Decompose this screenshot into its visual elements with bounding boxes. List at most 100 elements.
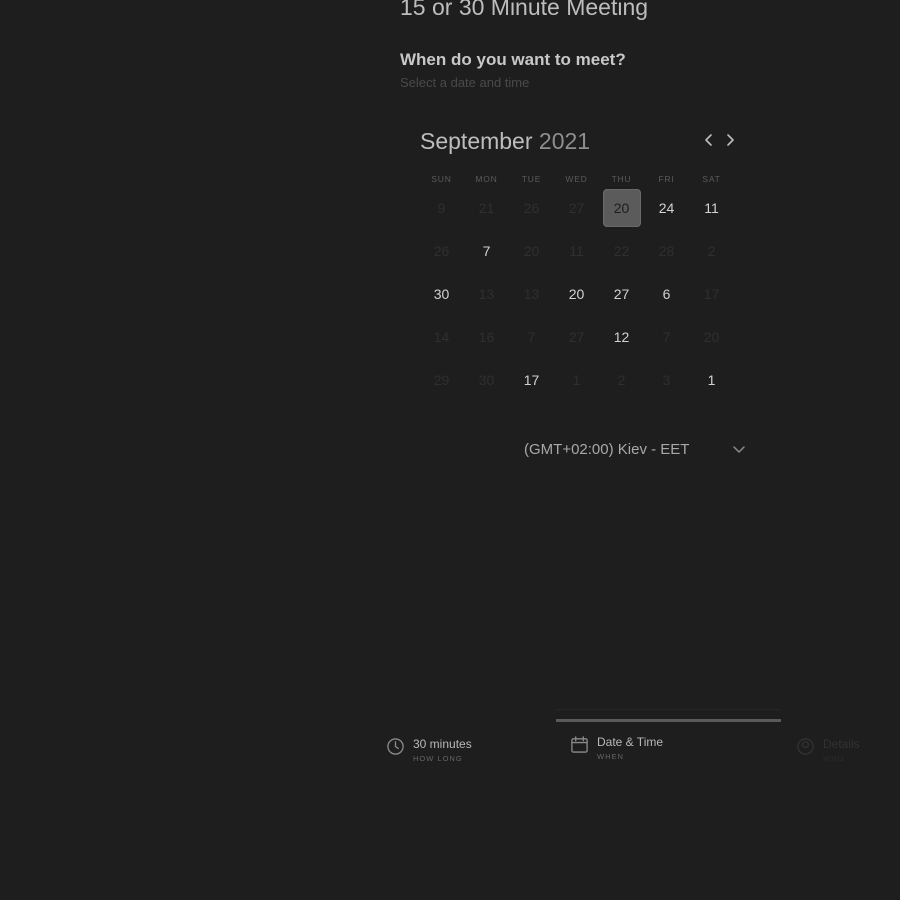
calendar-day-number: 20 xyxy=(703,328,720,345)
calendar-day-number: 13 xyxy=(478,285,495,302)
weekday-label: WED xyxy=(565,174,588,184)
step-caption: HOW LONG xyxy=(413,754,463,763)
calendar-day: 21 xyxy=(464,186,509,229)
calendar-day: 13 xyxy=(464,272,509,315)
calendar-day-number: 28 xyxy=(658,242,675,259)
scheduling-page: 15 or 30 Minute Meeting When do you want… xyxy=(0,0,900,900)
calendar-day-number: 7 xyxy=(482,242,491,259)
calendar-day: 20 xyxy=(509,229,554,272)
calendar-day[interactable]: 30 xyxy=(419,272,464,315)
calendar-day: 17 xyxy=(689,272,734,315)
calendar-day-number: 6 xyxy=(662,285,671,302)
calendar-day-number: 21 xyxy=(478,199,495,216)
calendar-day-number: 30 xyxy=(478,371,495,388)
previous-month-button[interactable] xyxy=(700,131,718,149)
calendar-day: 26 xyxy=(419,229,464,272)
calendar-day-grid: 9 21 26 27 20 24 11 26 7 20 11 22 28 2 30 13 13 20 27 6 17 14… xyxy=(419,186,734,401)
calendar-day-number: 17 xyxy=(703,285,720,302)
calendar-day: 7 xyxy=(644,315,689,358)
calendar-day-selected[interactable]: 20 xyxy=(599,186,644,229)
calendar-day: 9 xyxy=(419,186,464,229)
calendar-day: 27 xyxy=(554,315,599,358)
steps-divider xyxy=(556,709,781,710)
calendar-day: 2 xyxy=(599,358,644,401)
weekday-label: TUE xyxy=(521,174,542,184)
calendar-day-number: 27 xyxy=(568,199,585,216)
calendar-day[interactable]: 7 xyxy=(464,229,509,272)
calendar-day-number: 26 xyxy=(433,242,450,259)
step-duration[interactable]: 30 minutes HOW LONG xyxy=(386,737,472,763)
step-caption: WHO xyxy=(823,754,845,763)
calendar-day: 29 xyxy=(419,358,464,401)
calendar-day-number: 11 xyxy=(704,199,719,216)
calendar-day: 14 xyxy=(419,315,464,358)
chevron-right-icon xyxy=(727,134,734,146)
timezone-value: (GMT+02:00) Kiev - EET xyxy=(524,440,690,458)
calendar-month-label: September 2021 xyxy=(420,128,590,155)
calendar-day-number: 7 xyxy=(527,328,536,345)
calendar-day-number: 17 xyxy=(523,371,540,388)
calendar-day-number: 12 xyxy=(613,328,630,345)
step-details[interactable]: Details WHO xyxy=(796,737,860,763)
calendar-day: 1 xyxy=(554,358,599,401)
page-question: When do you want to meet? xyxy=(400,50,626,69)
calendar-day: 2 xyxy=(689,229,734,272)
calendar-year: 2021 xyxy=(538,128,591,154)
calendar-icon xyxy=(570,735,589,754)
calendar-day: 7 xyxy=(509,315,554,358)
weekday-label: THU xyxy=(611,174,632,184)
calendar-day-number: 22 xyxy=(613,242,630,259)
calendar-day: 27 xyxy=(554,186,599,229)
calendar-day: 11 xyxy=(554,229,599,272)
calendar-day-number: 13 xyxy=(523,285,540,302)
calendar-day[interactable]: 17 xyxy=(509,358,554,401)
calendar-day-number: 7 xyxy=(662,328,671,345)
calendar-day-number: 27 xyxy=(613,285,630,302)
calendar-day: 3 xyxy=(644,358,689,401)
calendar-day-number: 26 xyxy=(523,199,540,216)
calendar-day[interactable]: 6 xyxy=(644,272,689,315)
calendar-day[interactable]: 27 xyxy=(599,272,644,315)
calendar-day-number: 20 xyxy=(602,188,641,227)
weekday-label: FRI xyxy=(658,174,675,184)
calendar-day[interactable]: 24 xyxy=(644,186,689,229)
step-date-time[interactable]: Date & Time WHEN xyxy=(570,735,663,761)
calendar-day-number: 11 xyxy=(569,242,584,259)
chevron-down-icon xyxy=(733,446,745,453)
calendar-day: 13 xyxy=(509,272,554,315)
calendar-day-number: 30 xyxy=(433,285,450,302)
calendar-day-number: 1 xyxy=(572,371,581,388)
weekday-label: SUN xyxy=(431,174,452,184)
active-step-indicator xyxy=(556,719,781,722)
calendar-day: 16 xyxy=(464,315,509,358)
calendar-day-number: 3 xyxy=(662,371,671,388)
user-icon xyxy=(796,737,815,756)
calendar-day-number: 27 xyxy=(568,328,585,345)
weekday-label: MON xyxy=(475,174,498,184)
page-subtitle: Select a date and time xyxy=(400,75,530,90)
calendar-day-number: 1 xyxy=(707,371,716,388)
calendar-weekday-header: SUN MON TUE WED THU FRI SAT xyxy=(419,174,734,184)
step-label: Date & Time xyxy=(597,735,664,749)
calendar-day-number: 29 xyxy=(433,371,450,388)
calendar-day-number: 14 xyxy=(433,328,450,345)
timezone-select[interactable]: (GMT+02:00) Kiev - EET xyxy=(524,437,746,461)
calendar-day-number: 20 xyxy=(523,242,540,259)
calendar-day-number: 20 xyxy=(568,285,585,302)
next-month-button[interactable] xyxy=(721,131,739,149)
calendar-day-number: 9 xyxy=(437,199,446,216)
calendar-day-number: 2 xyxy=(707,242,716,259)
calendar-day[interactable]: 12 xyxy=(599,315,644,358)
calendar-day: 28 xyxy=(644,229,689,272)
step-caption: WHEN xyxy=(597,752,624,761)
clock-icon xyxy=(386,737,405,756)
calendar-day: 22 xyxy=(599,229,644,272)
calendar-day: 20 xyxy=(689,315,734,358)
step-label: 30 minutes xyxy=(413,737,472,751)
calendar-day: 26 xyxy=(509,186,554,229)
calendar-day[interactable]: 1 xyxy=(689,358,734,401)
step-label: Details xyxy=(823,737,860,751)
calendar-day[interactable]: 20 xyxy=(554,272,599,315)
meeting-title: 15 or 30 Minute Meeting xyxy=(400,0,649,20)
calendar-day[interactable]: 11 xyxy=(689,186,734,229)
